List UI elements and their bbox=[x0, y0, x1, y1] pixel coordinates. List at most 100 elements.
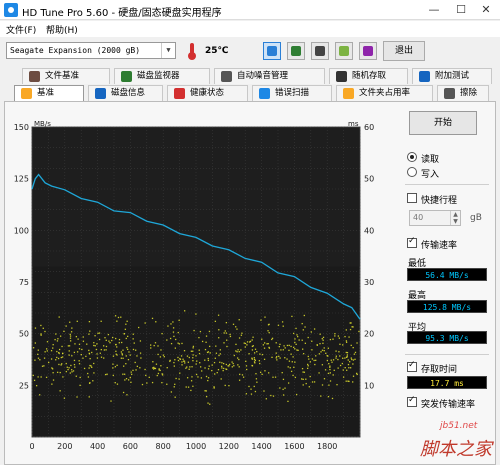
burst-rate-checkbox[interactable] bbox=[407, 395, 417, 407]
spinner-arrows-icon[interactable]: ▲ ▼ bbox=[450, 211, 460, 225]
access-time-point bbox=[248, 353, 250, 355]
access-time-point bbox=[114, 315, 117, 317]
access-time-point bbox=[68, 354, 70, 356]
access-time-point bbox=[309, 375, 311, 378]
access-time-point bbox=[189, 366, 191, 368]
access-time-point bbox=[207, 379, 209, 382]
short-stroke-input[interactable]: 40 ▲ ▼ bbox=[409, 210, 461, 226]
tab-error-scan[interactable]: 错误扫描 bbox=[252, 85, 332, 101]
tab-disk-info[interactable]: 磁盘信息 bbox=[88, 85, 163, 101]
access-time-point bbox=[329, 368, 331, 371]
transfer-rate-checkbox[interactable] bbox=[407, 236, 417, 248]
access-time-point bbox=[181, 364, 183, 366]
access-time-point bbox=[179, 372, 181, 374]
transfer-rate-label: 传输速率 bbox=[421, 241, 458, 251]
copy-text-button[interactable] bbox=[287, 42, 305, 60]
access-time-point bbox=[328, 384, 330, 386]
access-time-point bbox=[259, 371, 262, 373]
access-time-point bbox=[342, 357, 344, 359]
access-time-point bbox=[187, 361, 190, 363]
access-time-point bbox=[261, 353, 264, 356]
access-time-point bbox=[293, 366, 295, 368]
access-time-point bbox=[294, 376, 297, 379]
write-radio[interactable] bbox=[407, 167, 417, 177]
copy-info-button[interactable] bbox=[263, 42, 281, 60]
access-time-point bbox=[118, 342, 120, 344]
tab-noise[interactable]: 自动噪音管理 bbox=[214, 68, 325, 84]
tab-folder-usage[interactable]: 文件夹占用率 bbox=[336, 85, 433, 101]
access-time-point bbox=[295, 327, 297, 330]
tab-health[interactable]: 健康状态 bbox=[167, 85, 248, 101]
access-time-point bbox=[59, 335, 62, 337]
screenshot-button[interactable] bbox=[311, 42, 329, 60]
access-time-point bbox=[66, 366, 68, 368]
access-time-point bbox=[75, 375, 77, 377]
access-time-point bbox=[133, 342, 135, 344]
options-button[interactable] bbox=[335, 42, 353, 60]
download-button[interactable] bbox=[359, 42, 377, 60]
menu-file[interactable]: 文件(F) bbox=[6, 23, 36, 36]
tab-file-benchmark[interactable]: 文件基准 bbox=[22, 68, 110, 84]
tab-random-access[interactable]: 随机存取 bbox=[329, 68, 408, 84]
access-time-point bbox=[232, 323, 235, 325]
access-time-point bbox=[342, 344, 344, 346]
access-time-point bbox=[159, 356, 162, 358]
access-time-point bbox=[222, 369, 224, 372]
access-time-point bbox=[124, 328, 127, 330]
access-time-point bbox=[88, 353, 91, 355]
tab-extra-tests[interactable]: 附加测试 bbox=[412, 68, 492, 84]
x-tick-label: 200 bbox=[57, 442, 72, 451]
access-time-point bbox=[76, 396, 78, 398]
access-time-point bbox=[181, 361, 183, 363]
access-time-point bbox=[344, 357, 346, 359]
close-button[interactable]: ✕ bbox=[472, 0, 500, 20]
tab-benchmark[interactable]: 基准 bbox=[14, 85, 84, 102]
access-time-point bbox=[60, 364, 62, 366]
access-time-point bbox=[355, 372, 358, 375]
access-time-point bbox=[63, 330, 65, 332]
access-time-point bbox=[197, 376, 199, 378]
access-time-point bbox=[263, 347, 266, 349]
access-time-point bbox=[216, 371, 218, 374]
exit-button[interactable]: 退出 bbox=[383, 41, 425, 61]
access-time-point bbox=[320, 395, 322, 397]
access-time-point bbox=[311, 358, 314, 360]
access-time-point bbox=[315, 355, 317, 357]
drive-select[interactable]: Seagate Expansion (2000 gB) ▼ bbox=[6, 42, 176, 59]
access-time-point bbox=[205, 395, 208, 398]
access-time-point bbox=[261, 373, 263, 375]
access-time-point bbox=[76, 351, 79, 353]
access-time-point bbox=[275, 352, 277, 354]
access-time-point bbox=[228, 385, 230, 387]
access-time-point bbox=[292, 356, 294, 358]
menu-help[interactable]: 帮助(H) bbox=[46, 23, 78, 36]
read-radio[interactable] bbox=[407, 152, 417, 162]
access-time-point bbox=[58, 351, 60, 354]
maximize-button[interactable]: ☐ bbox=[447, 0, 475, 20]
access-time-point bbox=[263, 358, 266, 360]
access-time-point bbox=[88, 320, 91, 323]
minimize-button[interactable]: — bbox=[420, 0, 448, 20]
access-time-point bbox=[251, 365, 254, 367]
access-time-point bbox=[120, 357, 123, 359]
access-time-point bbox=[200, 366, 202, 368]
tab-disk-monitor[interactable]: 磁盘监视器 bbox=[114, 68, 210, 84]
access-time-point bbox=[174, 396, 176, 398]
tab-erase[interactable]: 擦除 bbox=[437, 85, 489, 101]
access-time-checkbox[interactable] bbox=[407, 360, 417, 372]
title-bar: HD Tune Pro 5.60 - 硬盘/固态硬盘实用程序 — ☐ ✕ bbox=[0, 0, 500, 20]
access-time-point bbox=[83, 367, 86, 370]
access-time-point bbox=[287, 382, 290, 384]
access-time-point bbox=[123, 365, 125, 367]
access-time-point bbox=[100, 348, 102, 351]
y-right-tick-label: 20 bbox=[364, 330, 374, 339]
access-time-point bbox=[87, 372, 89, 375]
access-time-point bbox=[65, 325, 67, 327]
short-stroke-checkbox[interactable] bbox=[407, 193, 417, 203]
access-time-point bbox=[221, 362, 223, 364]
start-button[interactable]: 开始 bbox=[409, 111, 477, 135]
access-time-point bbox=[179, 358, 182, 360]
access-time-point bbox=[213, 387, 215, 389]
watermark-logo: 脚本之家 bbox=[420, 439, 492, 460]
access-time-point bbox=[69, 335, 72, 337]
